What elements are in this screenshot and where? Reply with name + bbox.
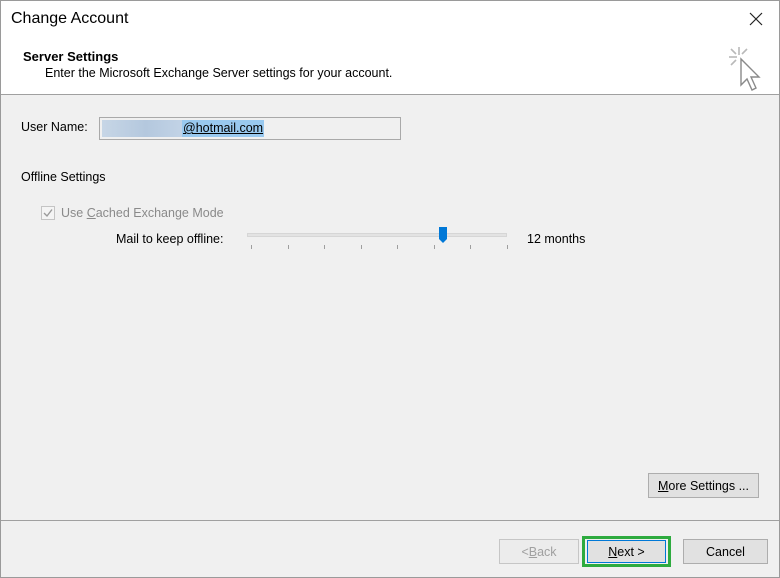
offline-settings-label: Offline Settings [21,170,106,184]
slider-tick [470,245,471,249]
change-account-dialog: Change Account Server Settings Enter the… [0,0,780,578]
next-button[interactable]: Next > [587,540,666,563]
header-subtitle: Enter the Microsoft Exchange Server sett… [45,66,393,80]
user-name-input[interactable]: @hotmail.com [99,117,401,140]
mail-offline-label: Mail to keep offline: [116,232,224,246]
user-name-value: @hotmail.com [182,120,265,137]
cached-mode-label: Use Cached Exchange Mode [61,206,224,220]
slider-tick [361,245,362,249]
wizard-cursor-icon [729,47,761,91]
slider-thumb[interactable] [439,227,447,243]
more-settings-button[interactable]: More Settings ... [648,473,759,498]
header-title: Server Settings [23,49,119,64]
slider-value: 12 months [527,232,586,246]
slider-tick [397,245,398,249]
slider-track [247,233,507,237]
slider-tick [251,245,252,249]
slider-tick [324,245,325,249]
mail-offline-slider[interactable] [247,225,509,255]
dialog-header: Server Settings Enter the Microsoft Exch… [1,39,779,95]
slider-tick [434,245,435,249]
checkmark-icon [43,209,53,218]
title-bar: Change Account [1,1,779,39]
cached-mode-checkbox[interactable] [41,206,55,220]
next-button-highlight: Next > [582,536,671,567]
cached-mode-checkbox-row[interactable]: Use Cached Exchange Mode [41,205,224,221]
close-icon [749,12,763,26]
slider-tick [507,245,508,249]
user-name-label: User Name: [21,120,88,134]
back-button[interactable]: < Back [499,539,579,564]
window-title: Change Account [11,10,129,27]
slider-tick [288,245,289,249]
footer-divider [1,520,779,521]
cancel-button[interactable]: Cancel [683,539,768,564]
close-button[interactable] [739,5,773,33]
redacted-username [102,120,182,137]
